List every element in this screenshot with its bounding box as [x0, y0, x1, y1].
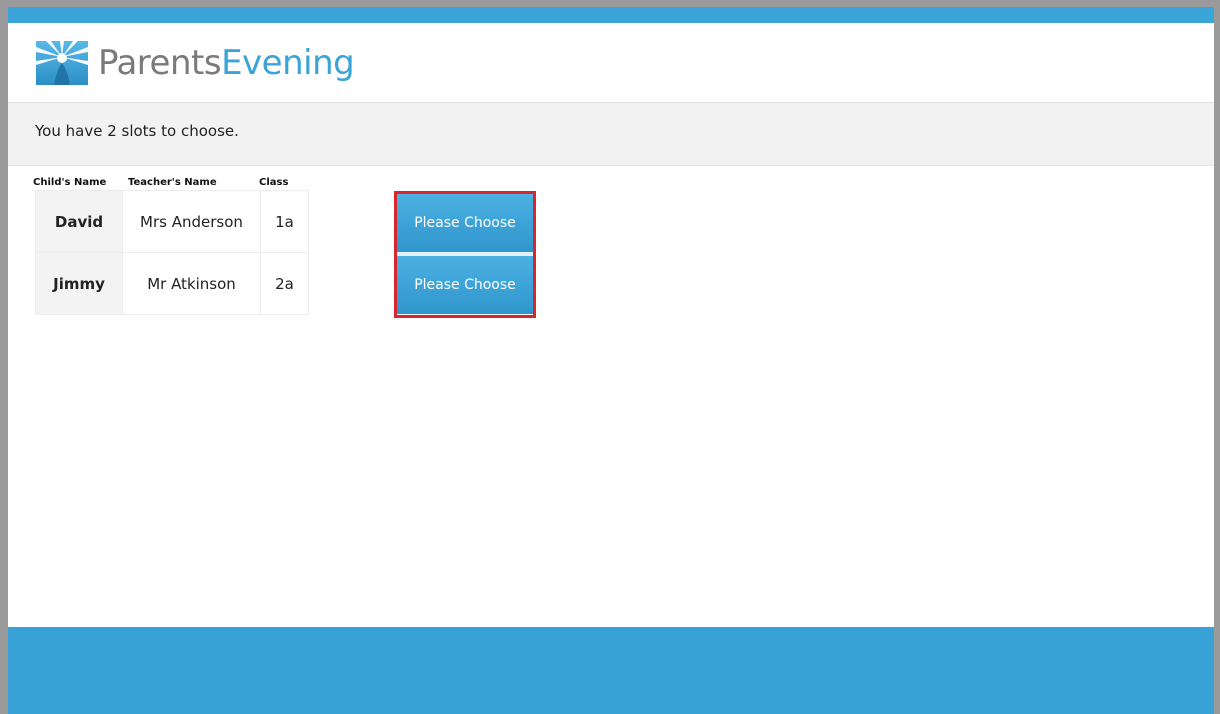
- please-choose-button-jimmy[interactable]: Please Choose: [397, 256, 533, 314]
- class-cell: 2a: [260, 252, 309, 315]
- column-header-teacher: Teacher's Name: [128, 177, 217, 188]
- brand-wordmark: ParentsEvening: [98, 41, 355, 85]
- child-name-cell: David: [35, 190, 123, 253]
- footer: [8, 627, 1214, 714]
- table-row: Jimmy Mr Atkinson 2a: [35, 252, 309, 315]
- choose-buttons-highlight: Please Choose Please Choose: [394, 191, 536, 318]
- sunburst-logo-icon: [36, 41, 88, 85]
- teacher-name-cell: Mr Atkinson: [122, 252, 261, 315]
- children-table: David Mrs Anderson 1a Jimmy Mr Atkinson …: [35, 190, 309, 315]
- child-name-cell: Jimmy: [35, 252, 123, 315]
- slots-notice: You have 2 slots to choose.: [35, 122, 239, 140]
- header: ParentsEvening: [8, 23, 1214, 103]
- brand-name-part2: Evening: [221, 43, 355, 83]
- please-choose-button-david[interactable]: Please Choose: [397, 194, 533, 252]
- column-header-class: Class: [259, 177, 289, 188]
- brand-name-part1: Parents: [98, 43, 222, 83]
- column-header-child: Child's Name: [33, 177, 107, 188]
- table-row: David Mrs Anderson 1a: [35, 190, 309, 253]
- notice-bar: You have 2 slots to choose.: [8, 103, 1214, 166]
- brand-logo[interactable]: ParentsEvening: [36, 41, 355, 85]
- class-cell: 1a: [260, 190, 309, 253]
- teacher-name-cell: Mrs Anderson: [122, 190, 261, 253]
- app-window: ParentsEvening You have 2 slots to choos…: [8, 7, 1214, 714]
- top-accent-strip: [8, 7, 1214, 23]
